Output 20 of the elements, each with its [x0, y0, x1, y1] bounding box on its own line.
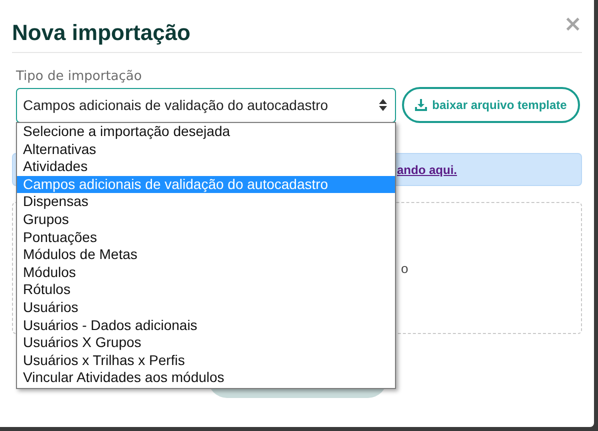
- field-label: Tipo de importação: [16, 69, 142, 84]
- dropdown-option[interactable]: Dispensas: [17, 193, 395, 211]
- dialog-title: Nova importação: [12, 20, 190, 46]
- dropdown-option[interactable]: Usuários: [17, 298, 395, 317]
- dropdown-option[interactable]: Alternativas: [17, 140, 395, 158]
- sort-caret-icon: [379, 99, 387, 111]
- dropzone-text: o: [401, 261, 408, 276]
- dropdown-option[interactable]: Pontuações: [17, 228, 395, 246]
- download-icon: [415, 99, 428, 111]
- dropdown-option[interactable]: Grupos: [17, 210, 395, 229]
- dropdown-option[interactable]: Rótulos: [17, 281, 395, 299]
- dropdown-option[interactable]: Usuários x Trilhas x Perfis: [17, 352, 395, 370]
- dropdown-option[interactable]: Usuários - Dados adicionais: [17, 316, 395, 334]
- dropdown-option[interactable]: Vincular Atividades aos módulos: [17, 369, 395, 387]
- dropdown-option[interactable]: Selecione a importação desejada: [17, 123, 395, 141]
- dropdown-option[interactable]: Módulos: [17, 264, 395, 282]
- dropdown-option[interactable]: Módulos de Metas: [17, 246, 395, 264]
- dropdown-option[interactable]: Usuários X Grupos: [17, 334, 395, 352]
- dropdown-option[interactable]: Atividades: [17, 158, 395, 176]
- alert-link[interactable]: ando aqui.: [397, 162, 457, 176]
